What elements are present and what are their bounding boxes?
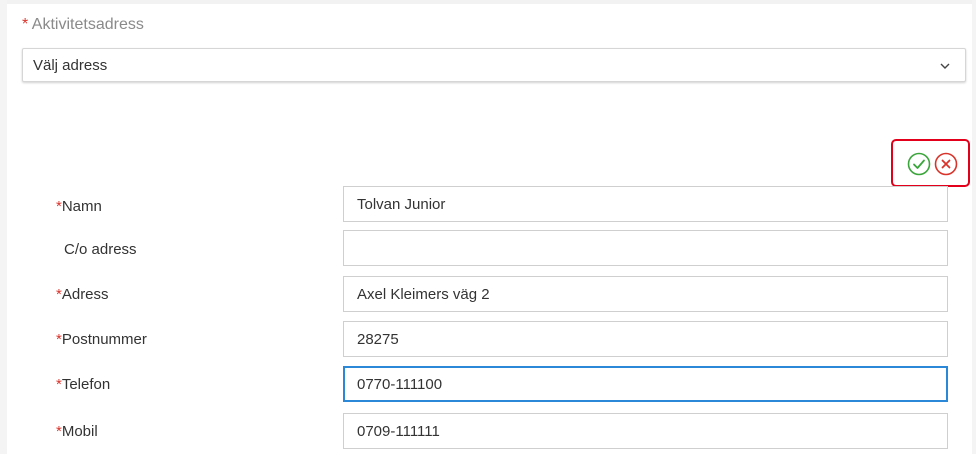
name-field[interactable] bbox=[343, 186, 948, 222]
address-select-value: Välj adress bbox=[33, 57, 108, 74]
postal-code-label: *Postnummer bbox=[56, 331, 147, 348]
mobile-field[interactable] bbox=[343, 413, 948, 449]
address-field[interactable] bbox=[343, 276, 948, 312]
top-border bbox=[0, 0, 976, 4]
postal-code-field[interactable] bbox=[343, 321, 948, 357]
phone-input[interactable] bbox=[345, 368, 946, 400]
address-select[interactable]: Välj adress bbox=[22, 48, 966, 82]
postal-code-input[interactable] bbox=[344, 322, 947, 356]
mobile-input[interactable] bbox=[344, 414, 947, 448]
left-border bbox=[0, 0, 7, 454]
name-input[interactable] bbox=[344, 187, 947, 221]
co-address-field[interactable] bbox=[343, 230, 948, 266]
check-circle-icon[interactable] bbox=[907, 152, 931, 176]
name-label: *Namn bbox=[56, 198, 102, 215]
address-input[interactable] bbox=[344, 277, 947, 311]
close-circle-icon[interactable] bbox=[934, 152, 958, 176]
required-mark: * bbox=[22, 16, 29, 33]
chevron-down-icon bbox=[940, 63, 950, 69]
phone-label: *Telefon bbox=[56, 376, 111, 393]
phone-field[interactable] bbox=[343, 366, 948, 402]
mobile-label: *Mobil bbox=[56, 423, 98, 440]
activity-address-label-text: Aktivitetsadress bbox=[31, 16, 144, 33]
right-border bbox=[972, 0, 976, 454]
activity-address-label: * Aktivitetsadress bbox=[22, 16, 144, 34]
co-address-label: C/o adress bbox=[64, 241, 137, 258]
co-address-input[interactable] bbox=[344, 231, 947, 265]
address-label: *Adress bbox=[56, 286, 109, 303]
action-buttons-highlight bbox=[891, 139, 970, 187]
